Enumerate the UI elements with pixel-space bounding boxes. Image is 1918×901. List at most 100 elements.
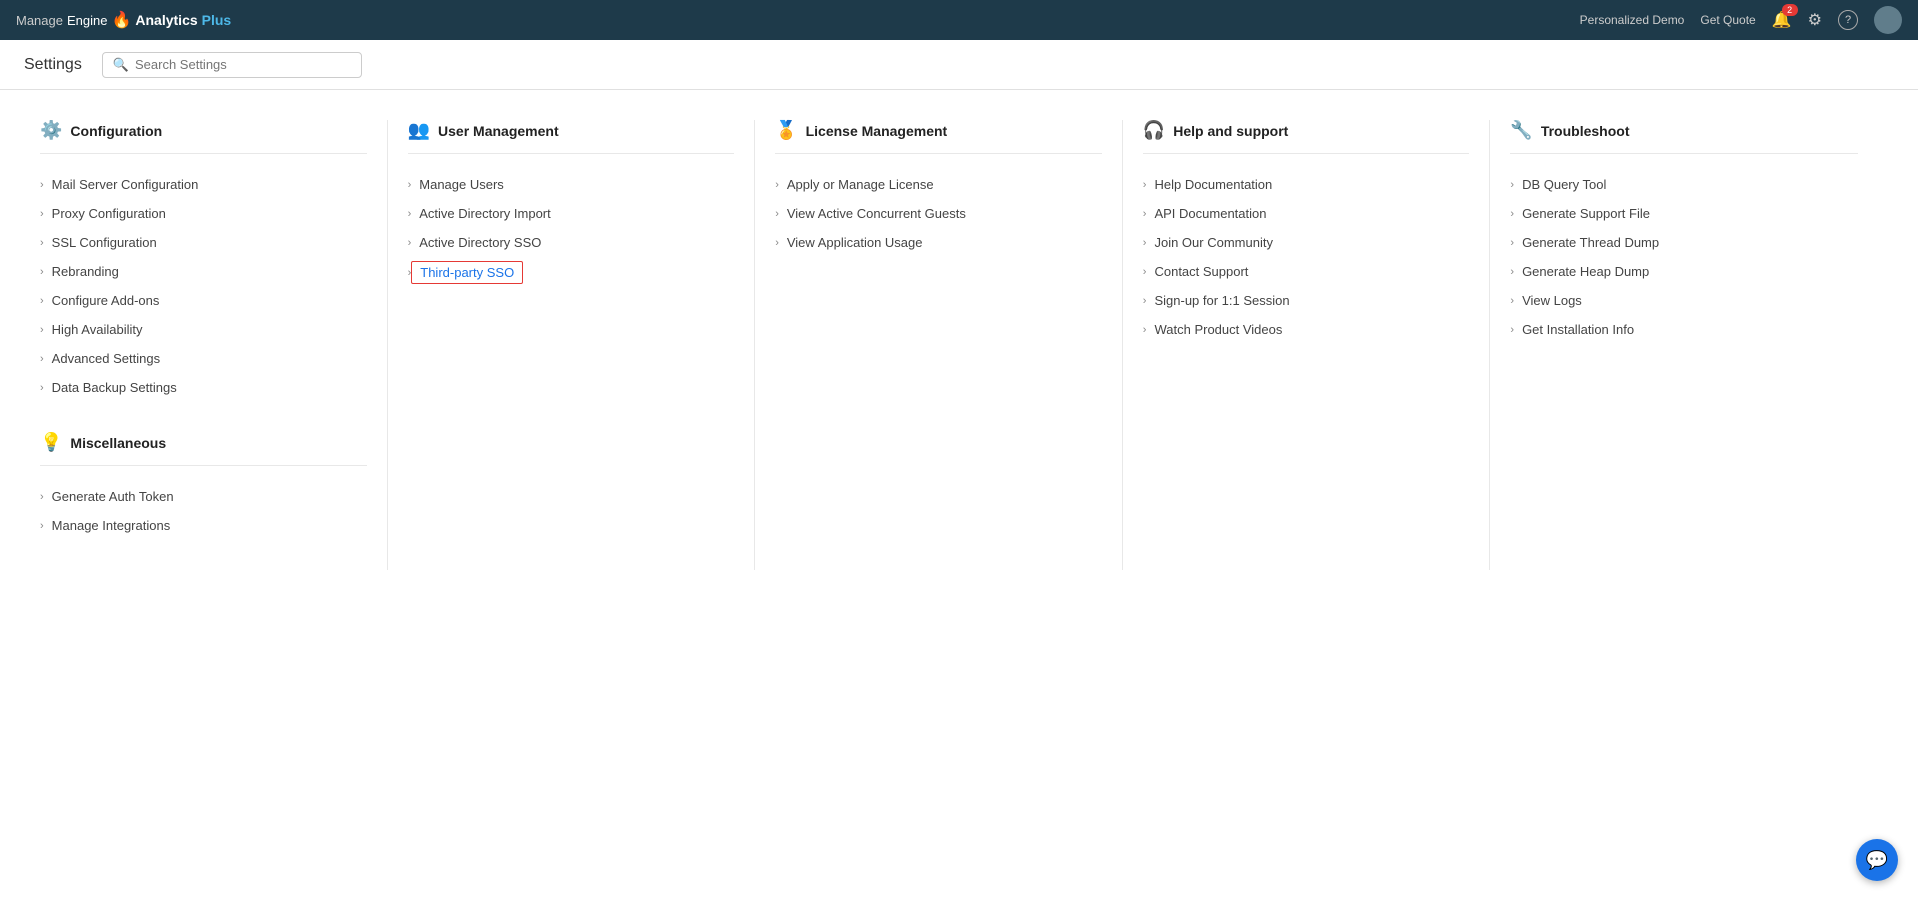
section-header-user-mgmt: 👥 User Management bbox=[408, 120, 735, 154]
brand-analytics-text: Analytics bbox=[135, 12, 197, 28]
section-miscellaneous: 💡 Miscellaneous ›Generate Auth Token ›Ma… bbox=[40, 432, 367, 540]
list-item[interactable]: ›Generate Auth Token bbox=[40, 482, 367, 511]
arrow-icon: › bbox=[1510, 324, 1514, 336]
list-item[interactable]: ›Contact Support bbox=[1143, 257, 1470, 286]
user-mgmt-items: ›Manage Users ›Active Directory Import ›… bbox=[408, 170, 735, 288]
list-item[interactable]: ›API Documentation bbox=[1143, 199, 1470, 228]
troubleshoot-icon: 🔧 bbox=[1510, 120, 1532, 141]
help-items: ›Help Documentation ›API Documentation ›… bbox=[1143, 170, 1470, 344]
notification-badge: 2 bbox=[1782, 4, 1798, 16]
section-header-configuration: ⚙️ Configuration bbox=[40, 120, 367, 154]
section-header-troubleshoot: 🔧 Troubleshoot bbox=[1510, 120, 1858, 154]
arrow-icon: › bbox=[40, 295, 44, 307]
license-title: License Management bbox=[806, 123, 948, 139]
arrow-icon: › bbox=[1143, 237, 1147, 249]
arrow-icon: › bbox=[40, 520, 44, 532]
list-item[interactable]: ›Configure Add-ons bbox=[40, 286, 367, 315]
section-user-management: 👥 User Management ›Manage Users ›Active … bbox=[408, 120, 756, 570]
section-header-help: 🎧 Help and support bbox=[1143, 120, 1470, 154]
user-mgmt-icon: 👥 bbox=[408, 120, 430, 141]
brand-flame-icon: 🔥 bbox=[111, 10, 131, 30]
list-item[interactable]: ›Generate Heap Dump bbox=[1510, 257, 1858, 286]
list-item[interactable]: ›Active Directory SSO bbox=[408, 228, 735, 257]
arrow-icon: › bbox=[40, 324, 44, 336]
list-item[interactable]: ›Sign-up for 1:1 Session bbox=[1143, 286, 1470, 315]
list-item[interactable]: ›Help Documentation bbox=[1143, 170, 1470, 199]
section-header-license: 🏅 License Management bbox=[775, 120, 1102, 154]
settings-grid: ⚙️ Configuration ›Mail Server Configurat… bbox=[40, 120, 1878, 570]
arrow-icon: › bbox=[408, 208, 412, 220]
third-party-sso-item[interactable]: › Third-party SSO bbox=[408, 257, 735, 288]
configuration-icon: ⚙️ bbox=[40, 120, 62, 141]
notification-bell[interactable]: 🔔 2 bbox=[1772, 10, 1792, 30]
settings-gear-icon[interactable]: ⚙ bbox=[1808, 10, 1822, 30]
list-item[interactable]: ›Manage Users bbox=[408, 170, 735, 199]
chat-button[interactable]: 💬 bbox=[1856, 839, 1898, 881]
arrow-icon: › bbox=[1510, 237, 1514, 249]
arrow-icon: › bbox=[1510, 208, 1514, 220]
list-item[interactable]: ›DB Query Tool bbox=[1510, 170, 1858, 199]
list-item[interactable]: ›Active Directory Import bbox=[408, 199, 735, 228]
arrow-icon: › bbox=[775, 179, 779, 191]
troubleshoot-items: ›DB Query Tool ›Generate Support File ›G… bbox=[1510, 170, 1858, 344]
search-icon: 🔍 bbox=[113, 57, 129, 73]
arrow-icon: › bbox=[40, 237, 44, 249]
section-configuration: ⚙️ Configuration ›Mail Server Configurat… bbox=[40, 120, 388, 570]
license-items: ›Apply or Manage License ›View Active Co… bbox=[775, 170, 1102, 257]
list-item[interactable]: ›Data Backup Settings bbox=[40, 373, 367, 402]
arrow-icon: › bbox=[775, 208, 779, 220]
user-mgmt-title: User Management bbox=[438, 123, 559, 139]
navbar: ManageEngine 🔥 Analytics Plus Personaliz… bbox=[0, 0, 1918, 40]
arrow-icon: › bbox=[1143, 266, 1147, 278]
list-item[interactable]: ›Manage Integrations bbox=[40, 511, 367, 540]
brand-logo: ManageEngine 🔥 Analytics Plus bbox=[16, 10, 231, 30]
arrow-icon: › bbox=[40, 208, 44, 220]
section-troubleshoot: 🔧 Troubleshoot ›DB Query Tool ›Generate … bbox=[1510, 120, 1878, 570]
list-item[interactable]: ›High Availability bbox=[40, 315, 367, 344]
section-header-misc: 💡 Miscellaneous bbox=[40, 432, 367, 466]
arrow-icon: › bbox=[1143, 324, 1147, 336]
header-bar: Settings 🔍 bbox=[0, 40, 1918, 90]
list-item[interactable]: ›Watch Product Videos bbox=[1143, 315, 1470, 344]
search-input[interactable] bbox=[135, 57, 351, 72]
list-item[interactable]: ›View Application Usage bbox=[775, 228, 1102, 257]
arrow-icon: › bbox=[40, 491, 44, 503]
arrow-icon: › bbox=[40, 353, 44, 365]
misc-title: Miscellaneous bbox=[70, 435, 166, 451]
troubleshoot-title: Troubleshoot bbox=[1541, 123, 1630, 139]
list-item[interactable]: ›Generate Support File bbox=[1510, 199, 1858, 228]
arrow-icon: › bbox=[1143, 208, 1147, 220]
section-help-support: 🎧 Help and support ›Help Documentation ›… bbox=[1143, 120, 1491, 570]
third-party-sso-link[interactable]: Third-party SSO bbox=[411, 261, 523, 284]
arrow-icon: › bbox=[775, 237, 779, 249]
arrow-icon: › bbox=[1510, 295, 1514, 307]
brand-engine-text: Engine bbox=[67, 13, 107, 28]
get-quote-link[interactable]: Get Quote bbox=[1700, 13, 1755, 27]
misc-icon: 💡 bbox=[40, 432, 62, 453]
list-item[interactable]: ›Rebranding bbox=[40, 257, 367, 286]
arrow-icon: › bbox=[1143, 179, 1147, 191]
license-icon: 🏅 bbox=[775, 120, 797, 141]
page-title: Settings bbox=[24, 56, 82, 74]
list-item[interactable]: ›Generate Thread Dump bbox=[1510, 228, 1858, 257]
arrow-icon: › bbox=[40, 266, 44, 278]
list-item[interactable]: ›View Active Concurrent Guests bbox=[775, 199, 1102, 228]
personalized-demo-link[interactable]: Personalized Demo bbox=[1580, 13, 1685, 27]
list-item[interactable]: ›View Logs bbox=[1510, 286, 1858, 315]
list-item[interactable]: ›Join Our Community bbox=[1143, 228, 1470, 257]
list-item[interactable]: ›Apply or Manage License bbox=[775, 170, 1102, 199]
help-support-icon: 🎧 bbox=[1143, 120, 1165, 141]
help-icon[interactable]: ? bbox=[1838, 10, 1858, 30]
brand-plus-text: Plus bbox=[202, 12, 232, 28]
list-item[interactable]: ›Proxy Configuration bbox=[40, 199, 367, 228]
search-box: 🔍 bbox=[102, 52, 362, 78]
misc-items: ›Generate Auth Token ›Manage Integration… bbox=[40, 482, 367, 540]
avatar[interactable] bbox=[1874, 6, 1902, 34]
section-license-management: 🏅 License Management ›Apply or Manage Li… bbox=[775, 120, 1123, 570]
help-title: Help and support bbox=[1173, 123, 1288, 139]
list-item[interactable]: ›SSL Configuration bbox=[40, 228, 367, 257]
list-item[interactable]: ›Advanced Settings bbox=[40, 344, 367, 373]
arrow-icon: › bbox=[1510, 266, 1514, 278]
list-item[interactable]: ›Get Installation Info bbox=[1510, 315, 1858, 344]
list-item[interactable]: ›Mail Server Configuration bbox=[40, 170, 367, 199]
